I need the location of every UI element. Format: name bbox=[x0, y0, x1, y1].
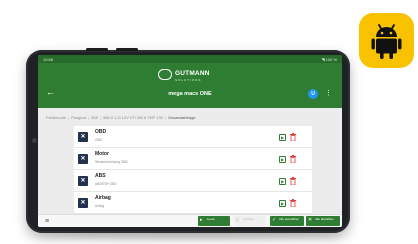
close-icon[interactable]: ✕ bbox=[78, 198, 88, 208]
brand-logo: GUTMANN SOLUTIONS bbox=[158, 67, 224, 85]
menu-icon[interactable]: ≡ bbox=[45, 218, 49, 225]
play-icon[interactable]: ▶ bbox=[279, 200, 286, 207]
play-box-icon: ▸ bbox=[200, 217, 203, 223]
app-title: mega macs ONE bbox=[168, 91, 212, 97]
user-avatar[interactable]: U bbox=[308, 89, 318, 99]
close-icon[interactable]: ✕ bbox=[78, 154, 88, 164]
android-badge bbox=[359, 13, 414, 68]
breadcrumb-item[interactable]: 308 bbox=[91, 115, 98, 120]
select-all-label: Alle auswählen bbox=[279, 217, 300, 221]
select-all-button[interactable]: ✓ Alle auswählen bbox=[270, 216, 304, 226]
trash-icon[interactable] bbox=[290, 199, 296, 207]
app-bar: 10:58 ◥ 100 % GUTMANN SOLUTIONS ← mega m… bbox=[38, 55, 342, 108]
list-item[interactable]: ✕ ABS ABS/ESP OBD ▶ bbox=[74, 170, 312, 192]
logo-subtitle: SOLUTIONS bbox=[175, 78, 202, 82]
breadcrumb-separator: | bbox=[99, 115, 101, 120]
status-bar: 10:58 ◥ 100 % bbox=[38, 55, 342, 63]
item-subtitle: Steuereinrichtung OBD bbox=[95, 160, 128, 164]
list-item[interactable]: ✕ OBD OBD ▶ bbox=[74, 126, 312, 148]
trash-icon[interactable] bbox=[290, 177, 296, 185]
system-list: ✕ OBD OBD ▶ ✕ Motor Steuereinrichtung OB… bbox=[74, 126, 312, 214]
breadcrumb-separator: | bbox=[68, 115, 70, 120]
tablet-device: 10:58 ◥ 100 % GUTMANN SOLUTIONS ← mega m… bbox=[26, 48, 350, 233]
list-item[interactable]: ✕ Motor Steuereinrichtung OBD ▶ bbox=[74, 148, 312, 170]
volume-button bbox=[86, 48, 108, 51]
breadcrumb-item[interactable]: 308-II 1.2i 12V VTi SM 6 THP 130 bbox=[103, 115, 163, 120]
item-subtitle: ABS/ESP OBD bbox=[95, 182, 117, 186]
bottom-action-bar: ≡ ▸ Lesen ▯ Löschen ✓ Alle auswählen ✕ A… bbox=[38, 214, 342, 227]
delete-button-label: Löschen bbox=[243, 217, 255, 221]
deselect-all-button[interactable]: ✕ Alle abwählen bbox=[306, 216, 340, 226]
front-camera bbox=[32, 138, 37, 143]
trash-icon[interactable] bbox=[290, 133, 296, 141]
play-icon[interactable]: ▶ bbox=[279, 156, 286, 163]
check-icon: ✓ bbox=[272, 217, 277, 223]
item-title: Airbag bbox=[95, 195, 111, 201]
close-icon[interactable]: ✕ bbox=[78, 132, 88, 142]
more-vert-icon[interactable]: ⋮ bbox=[325, 89, 332, 99]
play-icon[interactable]: ▶ bbox=[279, 134, 286, 141]
read-button-label: Lesen bbox=[207, 217, 216, 221]
breadcrumb-item[interactable]: Peugeot bbox=[71, 115, 86, 120]
item-title: OBD bbox=[95, 129, 107, 135]
breadcrumb-separator: | bbox=[164, 115, 166, 120]
status-indicators: ◥ 100 % bbox=[321, 57, 337, 62]
close-icon[interactable]: ✕ bbox=[78, 176, 88, 186]
deselect-all-label: Alle abwählen bbox=[315, 217, 334, 221]
breadcrumb: Fehlercode | Peugeot | 308 | 308-II 1.2i 12V V… bbox=[46, 115, 336, 120]
item-subtitle: Airbag bbox=[95, 204, 105, 208]
breadcrumb-separator: | bbox=[87, 115, 90, 120]
trash-icon: ▯ bbox=[236, 217, 239, 223]
status-time: 10:58 bbox=[43, 57, 54, 62]
product-image: 10:58 ◥ 100 % GUTMANN SOLUTIONS ← mega m… bbox=[0, 0, 418, 244]
breadcrumb-current: Gesamtabfrage bbox=[167, 115, 196, 120]
breadcrumb-item[interactable]: Fehlercode bbox=[46, 115, 66, 120]
trash-icon[interactable] bbox=[290, 155, 296, 163]
item-subtitle: OBD bbox=[95, 138, 102, 142]
logo-name: GUTMANN bbox=[175, 70, 210, 77]
power-button bbox=[116, 48, 138, 51]
close-icon: ✕ bbox=[308, 217, 313, 223]
play-icon[interactable]: ▶ bbox=[279, 178, 286, 185]
logo-badge-icon bbox=[158, 69, 172, 80]
tablet-screen: 10:58 ◥ 100 % GUTMANN SOLUTIONS ← mega m… bbox=[38, 55, 342, 227]
android-icon bbox=[371, 24, 402, 59]
list-item[interactable]: ✕ Airbag Airbag ▶ bbox=[74, 192, 312, 214]
read-button[interactable]: ▸ Lesen bbox=[198, 216, 230, 226]
delete-button[interactable]: ▯ Löschen bbox=[234, 216, 266, 226]
item-title: Motor bbox=[95, 151, 109, 157]
item-title: ABS bbox=[95, 173, 106, 179]
